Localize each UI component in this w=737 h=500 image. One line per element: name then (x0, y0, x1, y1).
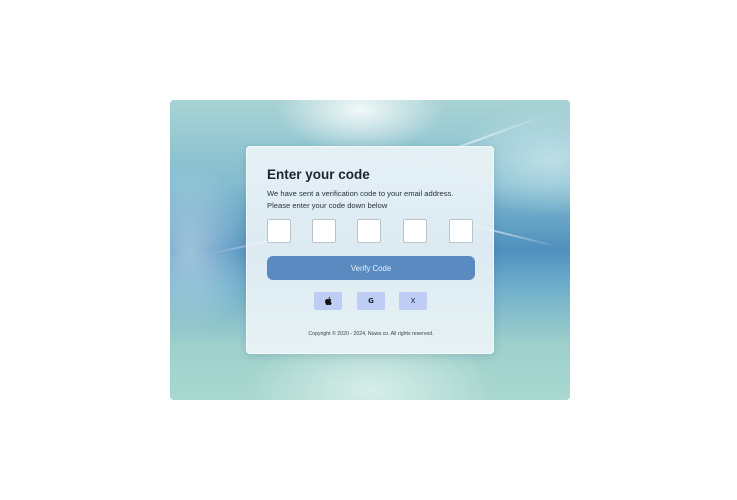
google-signin-button[interactable]: G (357, 292, 385, 310)
apple-icon (324, 297, 332, 305)
instructions-text: We have sent a verification code to your… (267, 188, 487, 212)
copyright-text: Copyright © 2020 - 2024, Nuwa co. All ri… (308, 331, 434, 337)
code-digit-2[interactable] (312, 219, 336, 243)
x-icon: X (410, 297, 416, 305)
x-signin-button[interactable]: X (399, 292, 427, 310)
code-digit-1[interactable] (267, 219, 291, 243)
google-icon: G (368, 297, 374, 305)
verify-code-button[interactable]: Verify Code (267, 256, 475, 280)
apple-signin-button[interactable] (314, 292, 342, 310)
code-digit-5[interactable] (449, 219, 473, 243)
instructions-line-1: We have sent a verification code to your… (267, 189, 454, 198)
code-input-group (267, 219, 475, 245)
instructions-line-2: Please enter your code down below (267, 201, 388, 210)
page-title: Enter your code (267, 167, 370, 182)
verification-card: Enter your code We have sent a verificat… (246, 146, 494, 354)
code-digit-3[interactable] (357, 219, 381, 243)
code-digit-4[interactable] (403, 219, 427, 243)
